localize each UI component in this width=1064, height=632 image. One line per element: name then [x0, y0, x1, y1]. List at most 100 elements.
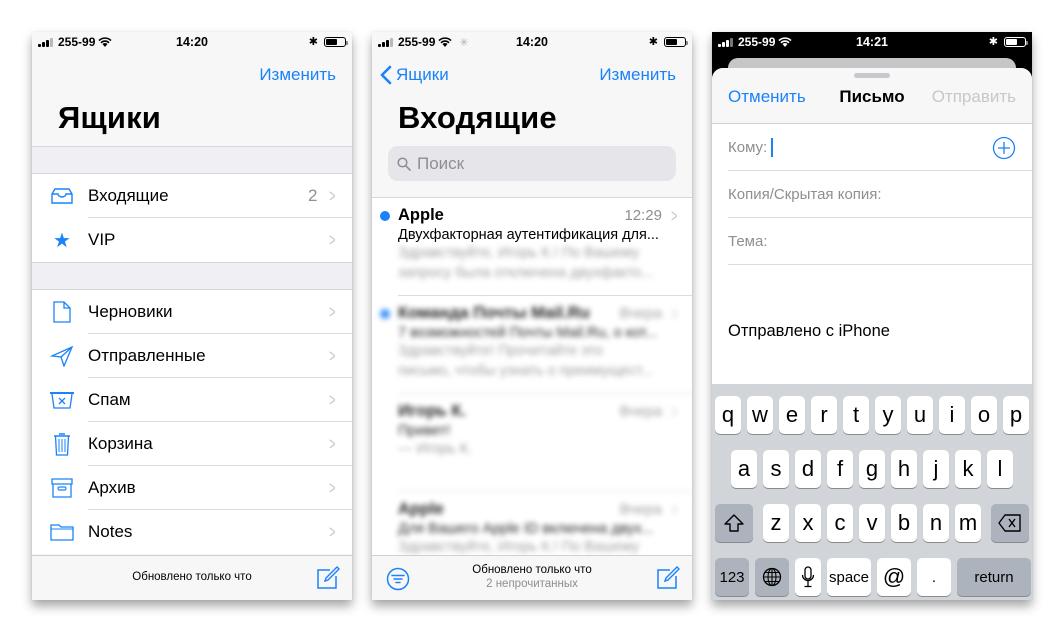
mailbox-label: Черновики [88, 302, 173, 321]
message-row[interactable]: Apple 12:29 > Двухфакторная аутентификац… [372, 198, 692, 296]
dictation-key[interactable] [795, 558, 821, 596]
key-y[interactable]: y [875, 396, 901, 434]
key-p[interactable]: p [1003, 396, 1029, 434]
mailbox-notes[interactable]: Notes > [32, 510, 352, 554]
mailbox-label: Корзина [88, 434, 153, 453]
period-key[interactable]: . [917, 558, 951, 596]
keyboard: q w e r t y u i o p a s d f g h j k l z x c v b n m 123 space @. retu… [712, 384, 1032, 600]
battery-icon [664, 36, 688, 47]
mailbox-inbox[interactable]: Входящие 2 > [32, 174, 352, 218]
backspace-key[interactable] [991, 504, 1029, 542]
send-button[interactable]: Отправить [932, 87, 1016, 107]
back-button[interactable]: Ящики [380, 65, 449, 85]
mailbox-label: VIP [88, 230, 116, 249]
shift-icon [724, 514, 744, 532]
mailbox-vip[interactable]: ★ VIP > [32, 218, 352, 262]
subject-field[interactable]: Тема: [728, 218, 1032, 265]
key-v[interactable]: v [859, 504, 885, 542]
message-subject: Двухфакторная аутентификация для... [398, 227, 659, 243]
message-preview: Здравствуйте! Прочитайте это [398, 343, 603, 359]
key-e[interactable]: e [779, 396, 805, 434]
chevron-right-icon: > [329, 301, 336, 322]
unread-count: 2 [308, 185, 318, 205]
cc-bcc-field[interactable]: Копия/Скрытая копия: [728, 171, 1032, 218]
section-separator [32, 146, 352, 174]
message-preview: письмо, чтобы узнать о преимущест... [398, 363, 654, 379]
spam-icon [32, 390, 88, 410]
edit-button[interactable]: Изменить [599, 65, 676, 85]
mailbox-trash[interactable]: Корзина > [32, 422, 352, 466]
key-j[interactable]: j [923, 450, 949, 488]
key-w[interactable]: w [747, 396, 773, 434]
unread-dot [380, 211, 390, 221]
message-time: Вчера [619, 403, 662, 420]
numbers-key[interactable]: 123 [715, 558, 749, 596]
chevron-right-icon: > [329, 230, 336, 250]
to-field[interactable]: Кому: [728, 124, 1032, 171]
mailbox-drafts[interactable]: Черновики > [32, 290, 352, 334]
compose-sheet: Отменить Письмо Отправить Кому: Копия/Ск… [712, 68, 1032, 600]
update-status: Обновлено только что [132, 571, 252, 583]
edit-button[interactable]: Изменить [259, 65, 336, 85]
key-c[interactable]: c [827, 504, 853, 542]
space-key[interactable]: space [827, 558, 871, 596]
key-r[interactable]: r [811, 396, 837, 434]
key-g[interactable]: g [859, 450, 885, 488]
key-u[interactable]: u [907, 396, 933, 434]
key-k[interactable]: k [955, 450, 981, 488]
key-m[interactable]: m [955, 504, 981, 542]
key-n[interactable]: n [923, 504, 949, 542]
inbox-icon [32, 187, 88, 205]
message-row[interactable]: Команда Почты Mail.Ru Вчера > 7 возможно… [372, 296, 692, 394]
key-o[interactable]: o [971, 396, 997, 434]
clock: 14:20 [516, 35, 548, 49]
compose-icon[interactable] [316, 566, 340, 595]
draft-icon [32, 301, 88, 323]
chevron-right-icon: > [671, 402, 678, 422]
message-preview: Здравствуйте, Игорь К.! По Вашему [398, 245, 640, 261]
mailbox-spam[interactable]: Спам > [32, 378, 352, 422]
message-body[interactable]: Отправлено с iPhone [728, 322, 890, 341]
chevron-left-icon [380, 65, 392, 85]
mailbox-sent[interactable]: Отправленные > [32, 334, 352, 378]
key-t[interactable]: t [843, 396, 869, 434]
add-contact-icon[interactable] [992, 136, 1016, 164]
message-time: 12:29 [624, 207, 662, 224]
key-x[interactable]: x [795, 504, 821, 542]
return-key[interactable]: return [957, 558, 1031, 596]
bluetooth-icon: ✱ [988, 36, 998, 48]
search-input[interactable]: Поиск [388, 146, 676, 181]
message-row[interactable]: Apple Вчера > Для Вашего Apple ID включе… [372, 492, 692, 555]
key-b[interactable]: b [891, 504, 917, 542]
key-i[interactable]: i [939, 396, 965, 434]
key-a[interactable]: a [731, 450, 757, 488]
key-d[interactable]: d [795, 450, 821, 488]
globe-icon [762, 567, 782, 587]
key-h[interactable]: h [891, 450, 917, 488]
unread-dot [380, 309, 390, 319]
message-row[interactable]: Игорь К. Вчера > Привет! — Игорь К. [372, 394, 692, 492]
mailbox-archive[interactable]: Архив > [32, 466, 352, 510]
chevron-right-icon: > [329, 389, 336, 410]
chevron-right-icon: > [329, 433, 336, 454]
to-label: Кому: [728, 138, 768, 156]
compose-icon[interactable] [656, 566, 680, 595]
message-list: Apple 12:29 > Двухфакторная аутентификац… [372, 197, 692, 555]
key-q[interactable]: q [715, 396, 741, 434]
mailbox-label: Входящие [88, 186, 169, 205]
key-z[interactable]: z [763, 504, 789, 542]
mailboxes-screen: 255-99 14:20 ✱ Изменить Ящики Входящие 2 >… [32, 32, 352, 600]
globe-key[interactable] [755, 558, 789, 596]
key-l[interactable]: l [987, 450, 1013, 488]
bluetooth-icon: ✱ [308, 36, 318, 48]
mailbox-label: Отправленные [88, 346, 206, 365]
bottom-toolbar: Обновлено только что [32, 555, 352, 600]
at-key[interactable]: @ [877, 558, 911, 596]
key-f[interactable]: f [827, 450, 853, 488]
sheet-grabber[interactable] [854, 73, 890, 78]
key-s[interactable]: s [763, 450, 789, 488]
shift-key[interactable] [715, 504, 753, 542]
text-cursor [771, 137, 774, 157]
message-subject: Привет! [398, 423, 451, 439]
chevron-right-icon: > [329, 345, 336, 366]
